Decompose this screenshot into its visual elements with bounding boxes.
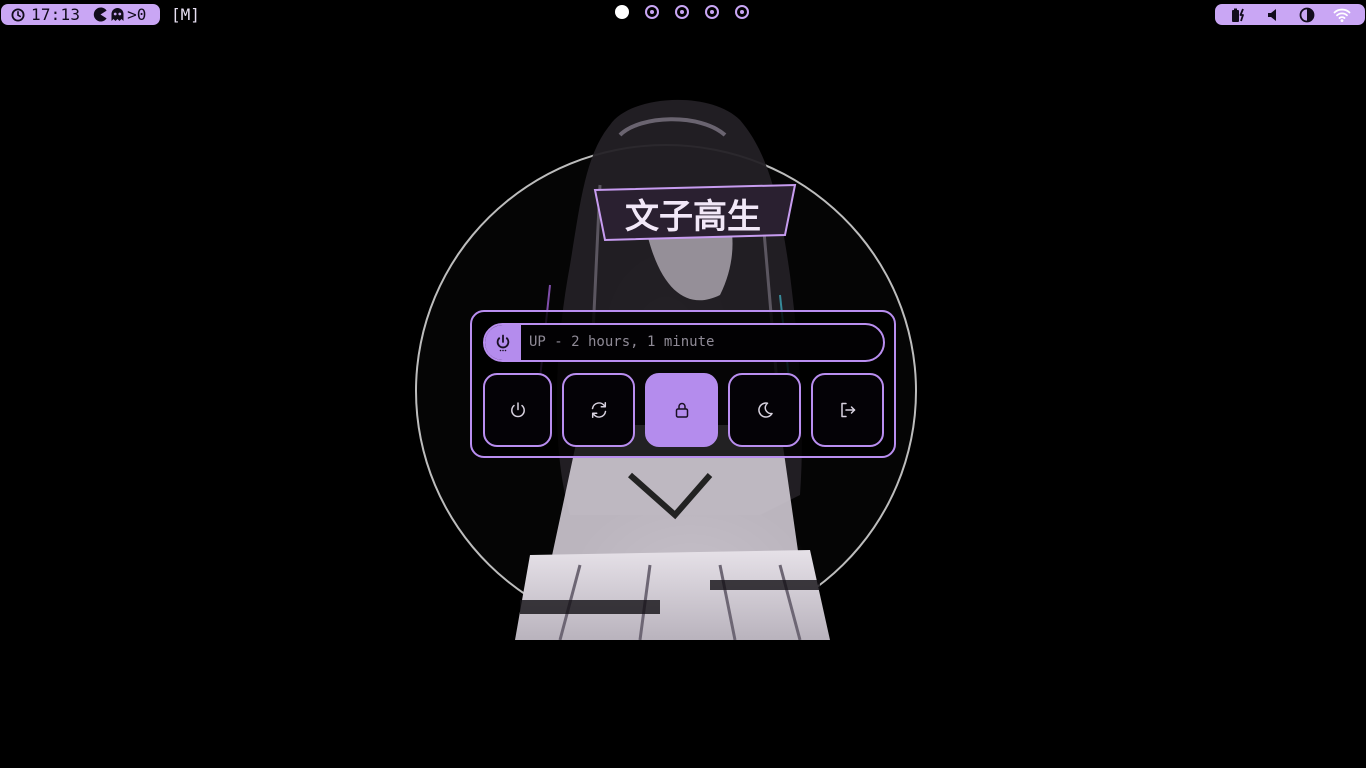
layout-mode-indicator[interactable]: [M]	[171, 4, 200, 25]
wifi-icon[interactable]	[1333, 6, 1351, 24]
volume-icon[interactable]	[1264, 6, 1282, 24]
shutdown-button[interactable]	[483, 373, 552, 447]
clock-pill[interactable]: 17:13 >0	[1, 4, 160, 25]
brightness-icon[interactable]	[1298, 6, 1316, 24]
reboot-button[interactable]	[562, 373, 635, 447]
uptime-power-icon	[485, 325, 521, 360]
clock-icon	[11, 8, 25, 22]
power-icon	[510, 402, 525, 418]
headband-text: 文子高生	[625, 197, 761, 237]
refresh-icon	[591, 402, 606, 418]
clock-time: 17:13	[31, 5, 81, 24]
pacman-counter: >0	[127, 5, 147, 24]
power-menu: UP - 2 hours, 1 minute	[470, 310, 896, 458]
system-tray	[1215, 4, 1365, 25]
workspace-3[interactable]	[675, 5, 689, 19]
suspend-button[interactable]	[728, 373, 801, 447]
lock-button[interactable]	[645, 373, 718, 447]
logout-button[interactable]	[811, 373, 884, 447]
logout-icon	[840, 402, 855, 418]
lock-icon	[675, 402, 688, 418]
workspace-switcher	[615, 5, 749, 25]
workspace-5[interactable]	[735, 5, 749, 19]
workspace-1[interactable]	[615, 5, 629, 19]
workspace-2[interactable]	[645, 5, 659, 19]
workspace-4[interactable]	[705, 5, 719, 19]
uptime-field: UP - 2 hours, 1 minute	[483, 323, 885, 362]
battery-charging-icon[interactable]	[1229, 6, 1247, 24]
moon-icon	[757, 402, 773, 418]
top-bar: 17:13 >0 [M]	[0, 0, 1366, 30]
ghost-icon	[110, 7, 125, 22]
pacman-icon	[93, 7, 108, 22]
uptime-text: UP - 2 hours, 1 minute	[529, 334, 715, 350]
